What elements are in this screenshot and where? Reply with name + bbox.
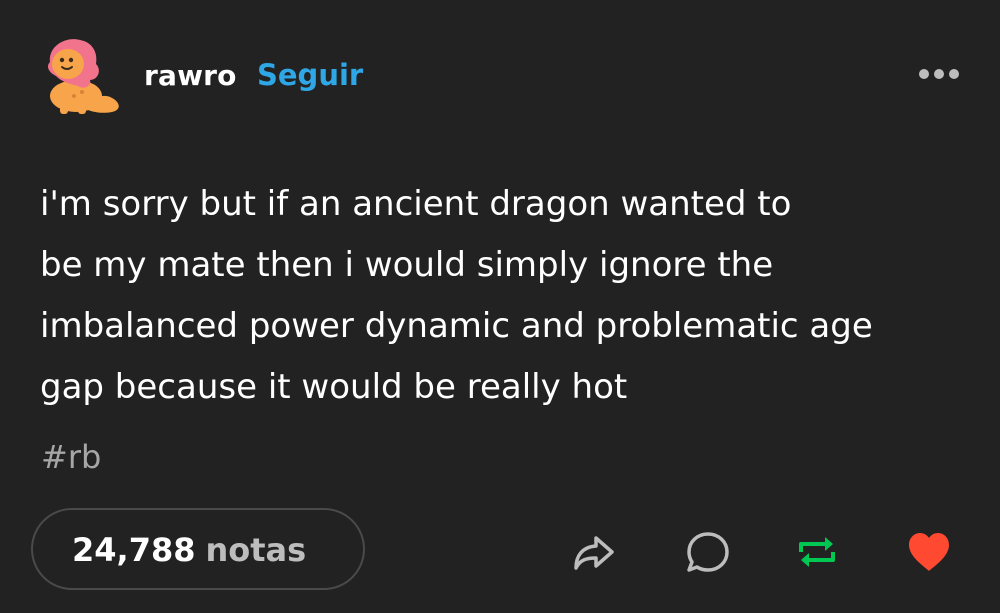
notes-button[interactable]: 24,788 notas (31, 508, 365, 590)
post-card: rawro Seguir i'm sorry but if an ancient… (0, 0, 1000, 613)
notes-label: notas (205, 531, 307, 569)
more-options-button[interactable] (919, 67, 959, 81)
reblog-icon (799, 537, 835, 567)
notes-summary: 24,788 notas (72, 531, 306, 569)
post-body-text: i'm sorry but if an ancient dragon wante… (40, 184, 873, 407)
reply-icon (687, 532, 729, 572)
more-dot-icon (949, 69, 959, 79)
reply-button[interactable] (684, 528, 732, 576)
author-name[interactable]: rawro (144, 59, 237, 92)
reblog-button[interactable] (793, 528, 841, 576)
post-header: rawro Seguir (40, 36, 965, 116)
heart-icon (909, 533, 949, 571)
notes-count: 24,788 (72, 531, 196, 569)
like-button[interactable] (905, 528, 953, 576)
more-dot-icon (934, 69, 944, 79)
share-button[interactable] (570, 528, 618, 576)
follow-button[interactable]: Seguir (257, 58, 363, 92)
post-tag[interactable]: #rb (41, 438, 101, 476)
share-icon (574, 536, 614, 570)
avatar[interactable] (40, 36, 124, 116)
dragon-avatar-icon (48, 39, 119, 114)
more-dot-icon (919, 69, 929, 79)
